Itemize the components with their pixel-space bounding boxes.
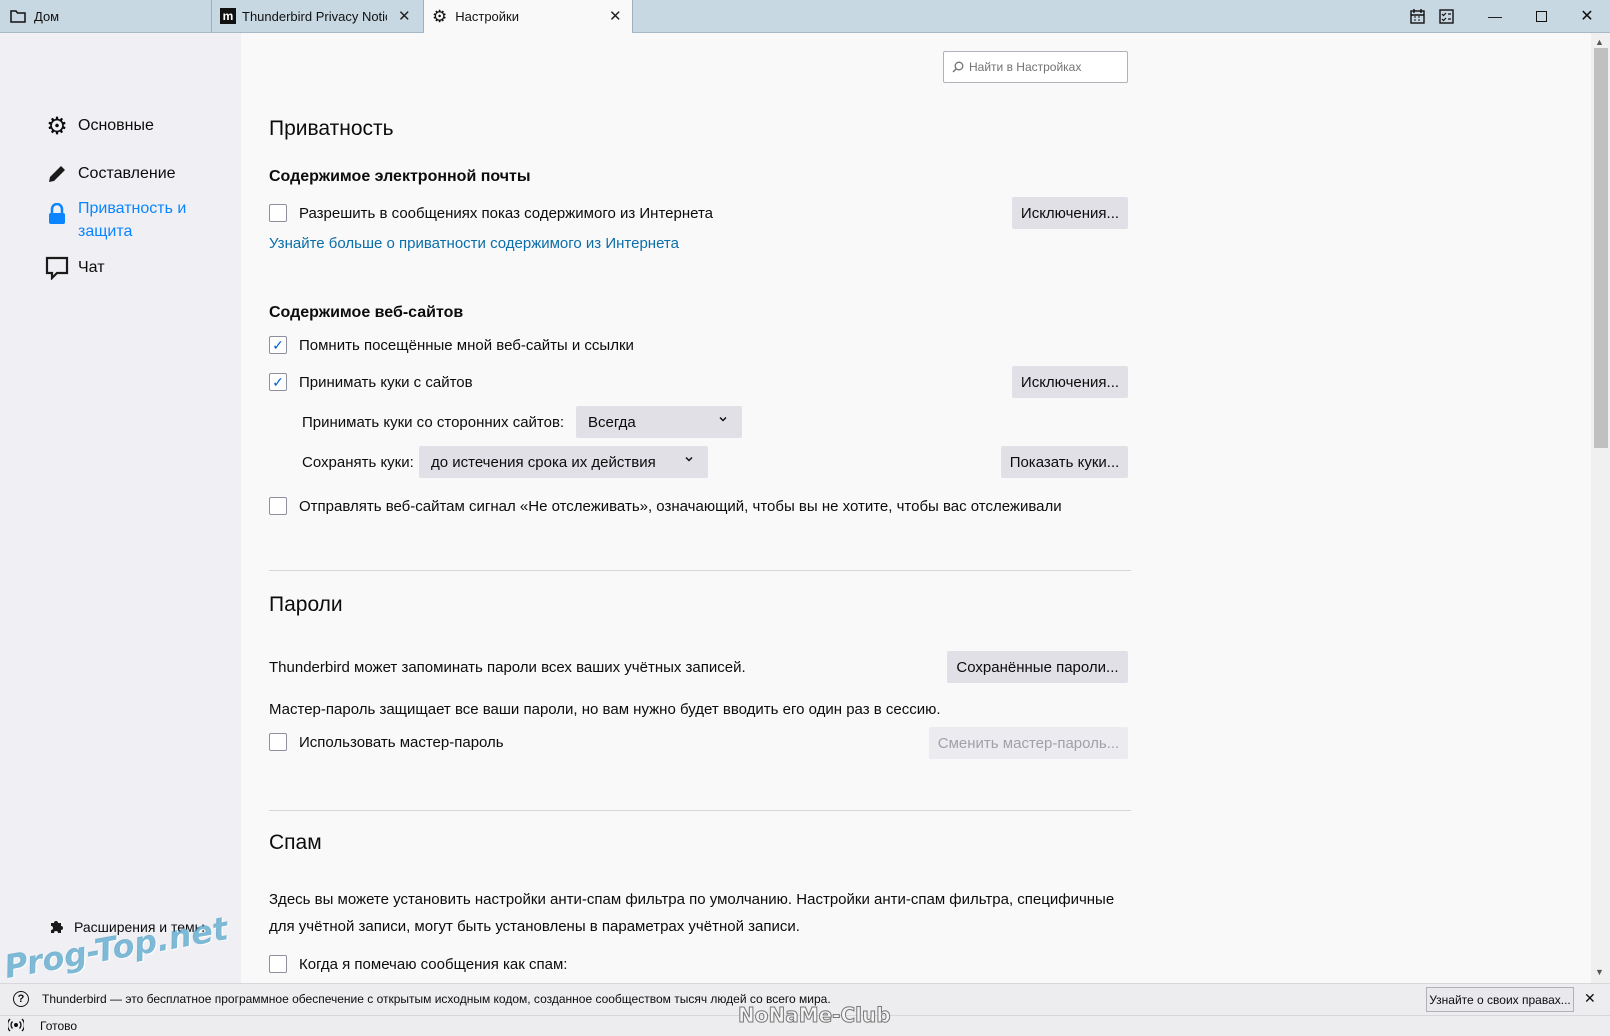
accept-cookies-checkbox[interactable]: ✓	[269, 373, 287, 391]
tab-settings[interactable]: ⚙ Настройки ✕	[423, 0, 633, 33]
section-divider	[269, 570, 1131, 571]
remember-sites-label: Помнить посещённые мной веб-сайты и ссыл…	[299, 337, 634, 354]
tab-privacy-notice[interactable]: m Thunderbird Privacy Notice ✕	[212, 0, 423, 32]
minimize-icon[interactable]: —	[1472, 0, 1518, 32]
third-party-cookies-label: Принимать куки со сторонних сайтов:	[302, 414, 565, 431]
remember-sites-checkbox[interactable]: ✓	[269, 336, 287, 354]
tab-label: Настройки	[455, 9, 519, 24]
pencil-icon	[44, 161, 70, 187]
close-icon[interactable]: ✕	[609, 7, 622, 25]
cookie-exceptions-button[interactable]: Исключения...	[1012, 366, 1128, 398]
sidebar-item-chat[interactable]: Чат	[44, 255, 105, 281]
checkmark-icon: ✓	[272, 373, 284, 390]
select-value: Всегда	[588, 413, 636, 431]
do-not-track-label: Отправлять веб-сайтам сигнал «Не отслежи…	[299, 498, 1062, 515]
keep-cookies-label: Сохранять куки:	[302, 454, 414, 471]
section-divider	[269, 810, 1131, 811]
sidebar: ⚙ Основные Составление Приватность и защ…	[0, 33, 241, 983]
window-close-icon[interactable]: ✕	[1564, 0, 1610, 32]
close-icon[interactable]: ✕	[1584, 990, 1596, 1007]
tab-bar: Дом m Thunderbird Privacy Notice ✕ ⚙ Нас…	[0, 0, 1610, 33]
sidebar-item-composition[interactable]: Составление	[44, 161, 176, 187]
mark-spam-checkbox[interactable]	[269, 955, 287, 973]
email-content-heading: Содержимое электронной почты	[269, 168, 531, 185]
scrollbar-thumb[interactable]	[1594, 48, 1608, 448]
tab-label: Thunderbird Privacy Notice	[242, 8, 387, 24]
master-password-description: Мастер-пароль защищает все ваши пароли, …	[269, 701, 941, 718]
web-content-heading: Содержимое веб-сайтов	[269, 304, 464, 321]
puzzle-piece-icon	[48, 914, 66, 940]
keep-cookies-select[interactable]: до истечения срока их действия	[419, 446, 708, 478]
search-icon	[952, 61, 964, 73]
tasks-icon[interactable]	[1433, 0, 1459, 32]
chat-bubble-icon	[44, 255, 70, 281]
chevron-down-icon	[718, 413, 728, 427]
sidebar-item-general[interactable]: ⚙ Основные	[44, 112, 154, 140]
status-text: Готово	[40, 1019, 78, 1033]
gear-icon: ⚙	[432, 6, 448, 26]
passwords-description: Thunderbird может запоминать пароли всех…	[269, 659, 746, 676]
section-title-passwords: Пароли	[269, 593, 343, 616]
allow-remote-label: Разрешить в сообщениях показ содержимого…	[299, 205, 714, 222]
select-value: до истечения срока их действия	[431, 453, 656, 471]
close-icon[interactable]: ✕	[398, 7, 411, 25]
use-master-password-checkbox[interactable]	[269, 733, 287, 751]
search-placeholder: Найти в Настройках	[969, 60, 1082, 74]
chevron-down-icon	[684, 453, 694, 467]
lock-icon	[44, 201, 70, 227]
tab-home[interactable]: Дом	[0, 0, 212, 32]
gear-icon: ⚙	[46, 112, 68, 140]
change-master-password-button[interactable]: Сменить мастер-пароль...	[929, 727, 1128, 759]
sidebar-item-label: Основные	[78, 117, 154, 134]
saved-passwords-button[interactable]: Сохранённые пароли...	[947, 651, 1128, 683]
calendar-icon[interactable]	[1404, 0, 1430, 32]
scroll-down-icon[interactable]: ▼	[1595, 967, 1604, 977]
mozilla-m-icon: m	[220, 8, 236, 24]
sidebar-item-label: Чат	[78, 259, 105, 276]
mark-spam-label: Когда я помечаю сообщения как спам:	[299, 956, 568, 973]
tab-label: Дом	[34, 8, 60, 24]
online-status-icon[interactable]	[8, 1018, 24, 1032]
sidebar-item-label: Составление	[78, 165, 176, 182]
search-input[interactable]: Найти в Настройках	[943, 51, 1128, 83]
spam-description-line2: для учётной записи, могут быть установле…	[269, 918, 800, 935]
scroll-up-icon[interactable]: ▲	[1595, 37, 1604, 47]
checkmark-icon: ✓	[272, 336, 284, 353]
sidebar-item-label: Приватность и защита	[78, 200, 187, 240]
notification-text: Thunderbird — это бесплатное программное…	[42, 992, 831, 1006]
spam-description-line1: Здесь вы можете установить настройки ант…	[269, 891, 1115, 908]
use-master-password-label: Использовать мастер-пароль	[299, 734, 504, 751]
folder-icon	[10, 9, 26, 23]
accept-cookies-label: Принимать куки с сайтов	[299, 374, 473, 391]
show-cookies-button[interactable]: Показать куки...	[1001, 446, 1128, 478]
help-icon: ?	[13, 991, 29, 1007]
do-not-track-checkbox[interactable]	[269, 497, 287, 515]
third-party-cookies-select[interactable]: Всегда	[576, 406, 742, 438]
remote-exceptions-button[interactable]: Исключения...	[1012, 197, 1128, 229]
know-your-rights-button[interactable]: Узнайте о своих правах...	[1426, 987, 1574, 1012]
section-title-privacy: Приватность	[269, 117, 394, 140]
allow-remote-checkbox[interactable]	[269, 204, 287, 222]
learn-more-link[interactable]: Узнайте больше о приватности содержимого…	[269, 235, 679, 252]
maximize-icon[interactable]	[1518, 0, 1564, 32]
section-title-spam: Спам	[269, 831, 322, 854]
watermark-noname-club: NoNaMe-Club	[738, 1003, 892, 1028]
sidebar-item-privacy[interactable]: Приватность и защита	[44, 197, 198, 243]
